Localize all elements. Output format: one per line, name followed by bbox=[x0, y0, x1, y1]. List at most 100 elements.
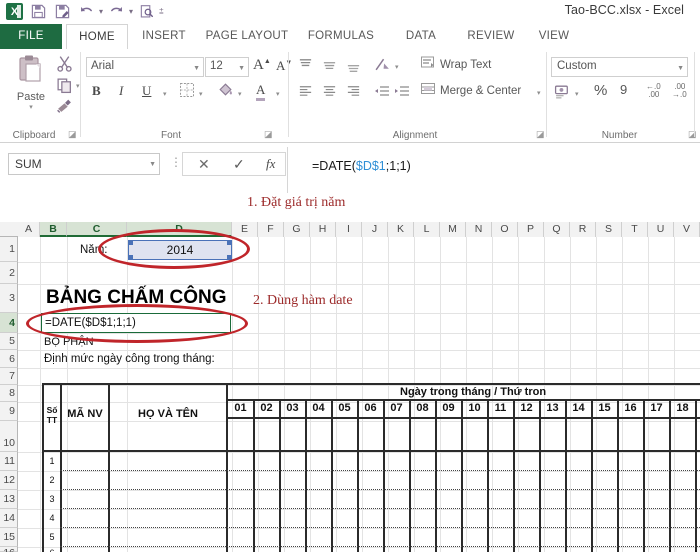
column-header-Q[interactable]: Q bbox=[544, 222, 570, 237]
column-header-O[interactable]: O bbox=[492, 222, 518, 237]
row-header-2[interactable]: 2 bbox=[0, 262, 18, 284]
copy-icon[interactable] bbox=[56, 77, 73, 99]
enter-formula-icon[interactable]: ✓ bbox=[233, 156, 245, 173]
cancel-formula-icon[interactable]: ✕ bbox=[198, 156, 210, 173]
merge-center-icon[interactable] bbox=[420, 81, 436, 102]
row-header-5[interactable]: 5 bbox=[0, 333, 18, 350]
cut-icon[interactable] bbox=[56, 55, 73, 77]
tab-data[interactable]: DATA bbox=[395, 24, 447, 49]
selection-handle-bl[interactable] bbox=[128, 255, 133, 260]
name-box[interactable]: SUM ▼ bbox=[8, 153, 160, 175]
row-header-13[interactable]: 13 bbox=[0, 490, 18, 509]
tab-home[interactable]: HOME bbox=[66, 24, 128, 49]
accounting-format-icon[interactable] bbox=[554, 83, 571, 105]
align-right-icon[interactable] bbox=[346, 83, 361, 103]
tab-file[interactable]: FILE bbox=[0, 24, 62, 49]
save-as-icon[interactable] bbox=[52, 1, 73, 22]
column-header-R[interactable]: R bbox=[570, 222, 596, 237]
cell-B6-label[interactable]: Định mức ngày công trong tháng: bbox=[44, 350, 264, 368]
tab-insert[interactable]: INSERT bbox=[133, 24, 195, 49]
align-bottom-icon[interactable] bbox=[346, 61, 361, 81]
tab-review[interactable]: REVIEW bbox=[460, 24, 522, 49]
customize-qat-icon[interactable]: ⩲ bbox=[159, 7, 164, 17]
comma-style-button[interactable]: 9 bbox=[620, 82, 627, 97]
column-header-F[interactable]: F bbox=[258, 222, 284, 237]
column-header-V[interactable]: V bbox=[674, 222, 700, 237]
row-header-16[interactable]: 16 bbox=[0, 547, 18, 552]
fill-color-dropdown-icon[interactable]: ▾ bbox=[238, 90, 242, 98]
column-header-P[interactable]: P bbox=[518, 222, 544, 237]
formula-input[interactable]: =DATE($D$1;1;1) bbox=[287, 147, 700, 193]
orientation-dropdown-icon[interactable]: ▾ bbox=[395, 63, 399, 71]
column-header-H[interactable]: H bbox=[310, 222, 336, 237]
worksheet-grid[interactable]: 1. Đặt giá trị năm A B C D E F G H I J K… bbox=[0, 193, 700, 552]
row-header-8[interactable]: 8 bbox=[0, 385, 18, 402]
cell-B4-editing[interactable]: =DATE($D$1;1;1) bbox=[41, 313, 231, 333]
paste-dropdown-icon[interactable]: ▾ bbox=[8, 103, 54, 111]
increase-indent-icon[interactable] bbox=[394, 83, 410, 104]
column-header-C[interactable]: C bbox=[67, 222, 127, 237]
font-size-dropdown-icon[interactable]: ▼ bbox=[238, 65, 245, 72]
selection-handle-tl[interactable] bbox=[128, 240, 133, 245]
bold-button[interactable]: B bbox=[92, 83, 101, 99]
align-center-icon[interactable] bbox=[322, 83, 337, 103]
cell-D1-selected[interactable]: 2014 bbox=[128, 240, 232, 260]
italic-button[interactable]: I bbox=[119, 83, 123, 99]
decrease-font-size-icon[interactable]: A▼ bbox=[276, 58, 292, 74]
copy-dropdown-icon[interactable]: ▾ bbox=[76, 82, 80, 90]
clipboard-dialog-launcher[interactable]: ◪ bbox=[68, 129, 77, 140]
insert-function-icon[interactable]: fx bbox=[266, 156, 275, 172]
column-header-G[interactable]: G bbox=[284, 222, 310, 237]
format-painter-icon[interactable] bbox=[56, 97, 73, 119]
accounting-dropdown-icon[interactable]: ▾ bbox=[575, 90, 579, 98]
tab-page-layout[interactable]: PAGE LAYOUT bbox=[198, 24, 296, 49]
column-header-D[interactable]: D bbox=[127, 222, 232, 237]
name-box-dropdown-icon[interactable]: ▼ bbox=[149, 161, 156, 168]
fill-color-icon[interactable] bbox=[217, 81, 234, 103]
increase-decimal-icon[interactable]: ←.0 .00 bbox=[646, 83, 661, 99]
borders-dropdown-icon[interactable]: ▾ bbox=[199, 90, 203, 98]
wrap-text-label[interactable]: Wrap Text bbox=[440, 59, 491, 71]
number-format-select[interactable]: Custom ▼ bbox=[551, 57, 688, 77]
row-header-15[interactable]: 15 bbox=[0, 528, 18, 547]
row-header-3[interactable]: 3 bbox=[0, 284, 18, 313]
tab-view[interactable]: VIEW bbox=[530, 24, 578, 49]
merge-center-label[interactable]: Merge & Center bbox=[440, 85, 521, 97]
align-top-icon[interactable] bbox=[298, 57, 313, 77]
column-header-T[interactable]: T bbox=[622, 222, 648, 237]
number-format-dropdown-icon[interactable]: ▼ bbox=[677, 65, 684, 72]
row-header-1[interactable]: 1 bbox=[0, 237, 18, 262]
align-middle-icon[interactable] bbox=[322, 59, 337, 79]
column-header-L[interactable]: L bbox=[414, 222, 440, 237]
font-size-input[interactable]: 12 ▼ bbox=[205, 57, 249, 77]
underline-button[interactable]: U bbox=[142, 83, 151, 99]
orientation-icon[interactable] bbox=[374, 56, 391, 78]
column-header-U[interactable]: U bbox=[648, 222, 674, 237]
font-name-dropdown-icon[interactable]: ▼ bbox=[193, 65, 200, 72]
row-header-9[interactable]: 9 bbox=[0, 402, 18, 421]
row-header-11[interactable]: 11 bbox=[0, 452, 18, 471]
column-header-J[interactable]: J bbox=[362, 222, 388, 237]
number-dialog-launcher[interactable]: ◪ bbox=[688, 129, 697, 140]
undo-dropdown-icon[interactable]: ▾ bbox=[99, 7, 103, 16]
decrease-decimal-icon[interactable]: .00 →.0 bbox=[672, 83, 687, 99]
font-dialog-launcher[interactable]: ◪ bbox=[264, 129, 273, 140]
column-header-K[interactable]: K bbox=[388, 222, 414, 237]
quick-access-toolbar[interactable]: X ▾ ▾ ⩲ bbox=[4, 1, 164, 22]
wrap-text-icon[interactable] bbox=[420, 55, 436, 76]
cell-B1-label[interactable]: Năm: bbox=[68, 237, 126, 262]
underline-dropdown-icon[interactable]: ▾ bbox=[163, 90, 167, 98]
alignment-dialog-launcher[interactable]: ◪ bbox=[536, 129, 545, 140]
cell-B5-label[interactable]: BỘ PHẬN bbox=[44, 333, 164, 350]
paste-button[interactable]: Paste ▾ bbox=[8, 53, 54, 111]
font-color-icon[interactable]: A bbox=[256, 82, 266, 101]
column-header-B[interactable]: B bbox=[40, 222, 67, 237]
increase-font-size-icon[interactable]: A▲ bbox=[253, 57, 271, 74]
row-header-6[interactable]: 6 bbox=[0, 350, 18, 368]
row-header-14[interactable]: 14 bbox=[0, 509, 18, 528]
selection-handle-br[interactable] bbox=[227, 255, 232, 260]
font-color-dropdown-icon[interactable]: ▾ bbox=[276, 90, 280, 98]
column-header-A[interactable]: A bbox=[18, 222, 40, 237]
undo-icon[interactable] bbox=[76, 1, 97, 22]
print-preview-icon[interactable] bbox=[136, 1, 157, 22]
